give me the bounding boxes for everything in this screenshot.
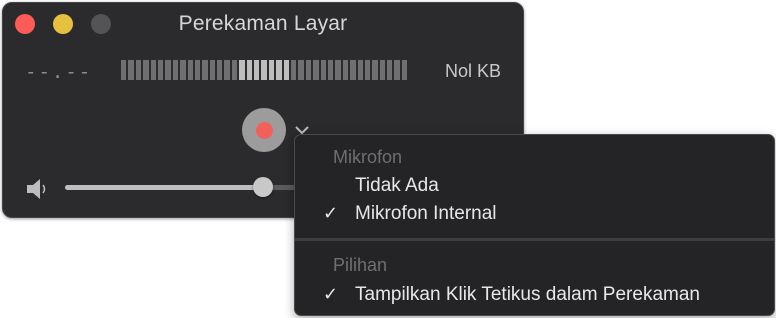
- level-bar: [350, 60, 356, 80]
- level-bar: [327, 60, 334, 80]
- level-bar: [254, 60, 260, 80]
- menu-item-label: Tampilkan Klik Tetikus dalam Perekaman: [355, 284, 700, 305]
- level-bar: [268, 60, 275, 80]
- level-bar: [150, 60, 156, 80]
- menu-item-internal-microphone[interactable]: ✓ Mikrofon Internal: [309, 203, 760, 229]
- volume-slider-thumb[interactable]: [253, 177, 273, 197]
- level-bar: [224, 60, 230, 80]
- elapsed-time: --.--: [25, 61, 93, 83]
- menu-separator: [295, 238, 774, 241]
- level-bar: [246, 60, 253, 80]
- volume-slider-fill: [65, 185, 263, 190]
- checkmark-icon: ✓: [323, 284, 339, 304]
- level-bar: [394, 60, 400, 80]
- level-bar: [143, 60, 149, 80]
- audio-level-meter: [121, 60, 408, 80]
- level-bar: [172, 60, 179, 80]
- menu-header-options: Pilihan: [333, 255, 388, 275]
- record-icon: [255, 121, 273, 139]
- menu-item-label: Mikrofon Internal: [355, 203, 497, 224]
- level-bar: [187, 60, 193, 80]
- menu-item-label: Tidak Ada: [355, 175, 439, 196]
- level-bar: [135, 60, 142, 80]
- menu-item-show-mouse-clicks[interactable]: ✓ Tampilkan Klik Tetikus dalam Perekaman: [309, 284, 760, 310]
- file-size: Nol KB: [444, 61, 501, 81]
- level-bar: [364, 60, 371, 80]
- menu-item-no-microphone[interactable]: Tidak Ada: [309, 175, 760, 201]
- level-bar: [298, 60, 304, 80]
- speaker-icon: [27, 179, 46, 199]
- level-bar: [320, 60, 326, 80]
- checkmark-icon: ✓: [323, 203, 339, 223]
- level-bar: [202, 60, 208, 80]
- options-menu: Mikrofon Tidak Ada ✓ Mikrofon Internal P…: [294, 134, 775, 316]
- level-bar: [231, 60, 238, 80]
- level-bar: [209, 60, 216, 80]
- level-bar: [239, 60, 245, 80]
- level-bar: [290, 60, 297, 80]
- level-bar: [128, 60, 134, 80]
- menu-header-microphone: Mikrofon: [333, 147, 403, 167]
- level-bar: [165, 60, 171, 80]
- level-bar: [305, 60, 312, 80]
- level-bar: [342, 60, 349, 80]
- level-bar: [180, 60, 186, 80]
- level-bar: [261, 60, 267, 80]
- level-bar: [283, 60, 289, 80]
- level-bar: [194, 60, 201, 80]
- level-bar: [379, 60, 386, 80]
- level-bar: [401, 60, 408, 80]
- level-bar: [387, 60, 393, 80]
- level-bar: [313, 60, 319, 80]
- level-bar: [276, 60, 282, 80]
- level-bar: [121, 60, 127, 80]
- level-bar: [157, 60, 164, 80]
- level-bar: [217, 60, 223, 80]
- level-bar: [335, 60, 341, 80]
- level-bar: [372, 60, 378, 80]
- level-bar: [357, 60, 363, 80]
- window-title: Perekaman Layar: [178, 12, 348, 35]
- record-button[interactable]: [242, 108, 286, 152]
